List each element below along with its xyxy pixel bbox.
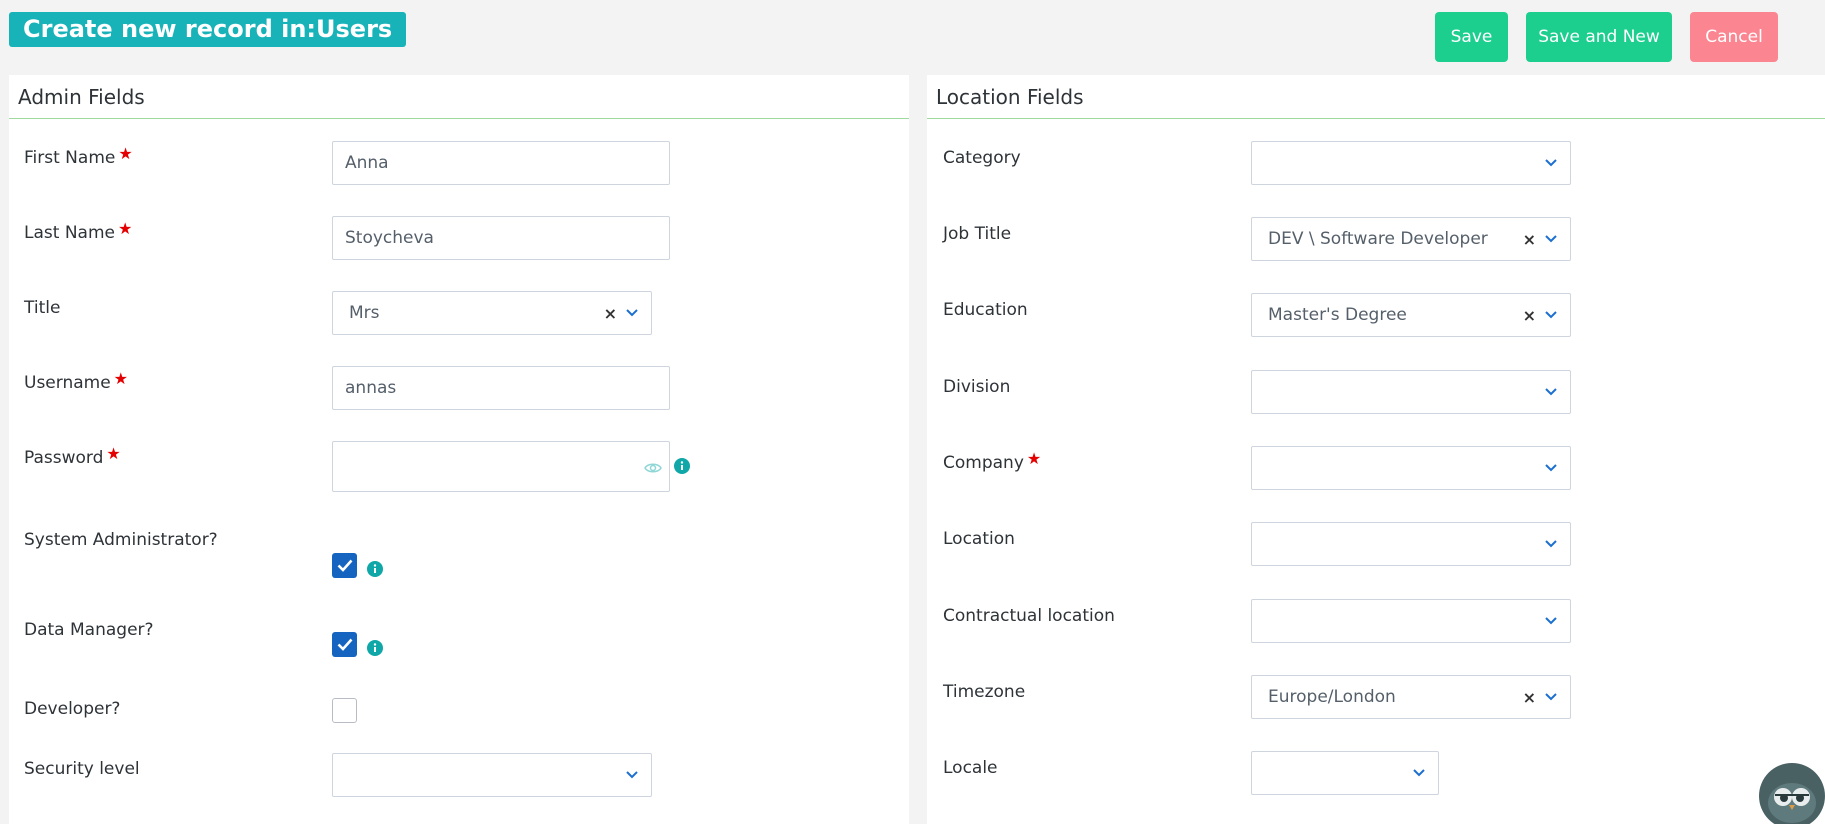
last-name-input[interactable] bbox=[332, 216, 670, 260]
password-label: Password ★ bbox=[24, 444, 121, 468]
page-title: Create new record in:Users bbox=[9, 12, 407, 47]
contractual-location-select[interactable] bbox=[1251, 599, 1571, 643]
security-level-select[interactable] bbox=[332, 753, 652, 797]
close-icon[interactable]: × bbox=[1523, 230, 1536, 249]
chevron-down-icon[interactable] bbox=[1544, 385, 1558, 399]
username-input[interactable] bbox=[332, 366, 670, 410]
chevron-down-icon[interactable] bbox=[1544, 461, 1558, 475]
locale-select[interactable] bbox=[1251, 751, 1439, 795]
save-and-new-button[interactable]: Save and New bbox=[1526, 12, 1672, 62]
education-select-value: Master's Degree bbox=[1268, 305, 1407, 325]
check-icon bbox=[337, 638, 352, 651]
chevron-down-icon[interactable] bbox=[1544, 537, 1558, 551]
check-icon bbox=[337, 559, 352, 572]
contractual-location-label: Contractual location bbox=[943, 606, 1115, 626]
division-select[interactable] bbox=[1251, 370, 1571, 414]
admin-fields-panel: Admin Fields First Name★ Last Name★ Titl… bbox=[9, 75, 909, 824]
security-level-label: Security level bbox=[24, 759, 140, 779]
chevron-down-icon[interactable] bbox=[625, 306, 639, 320]
chevron-down-icon[interactable] bbox=[1544, 308, 1558, 322]
chevron-down-icon[interactable] bbox=[1544, 690, 1558, 704]
division-label: Division bbox=[943, 377, 1011, 397]
data-manager-checkbox[interactable] bbox=[332, 632, 357, 657]
company-select[interactable] bbox=[1251, 446, 1571, 490]
job-title-label: Job Title bbox=[943, 224, 1012, 244]
title-label: Title bbox=[24, 298, 61, 318]
close-icon[interactable]: × bbox=[1523, 688, 1536, 707]
close-icon[interactable]: × bbox=[1523, 306, 1536, 325]
education-label: Education bbox=[943, 300, 1028, 320]
first-name-label: First Name ★ bbox=[24, 144, 133, 168]
username-label: Username ★ bbox=[24, 369, 129, 393]
required-star-icon: ★ bbox=[117, 219, 133, 238]
timezone-select-value: Europe/London bbox=[1268, 687, 1396, 707]
chevron-down-icon[interactable] bbox=[1412, 766, 1426, 780]
owl-avatar[interactable] bbox=[1759, 763, 1825, 824]
password-input[interactable] bbox=[332, 441, 670, 492]
chevron-down-icon[interactable] bbox=[1544, 156, 1558, 170]
save-button[interactable]: Save bbox=[1435, 12, 1508, 62]
info-icon[interactable] bbox=[367, 561, 383, 577]
company-label: Company ★ bbox=[943, 449, 1042, 473]
education-select[interactable]: Master's Degree × bbox=[1251, 293, 1571, 337]
required-star-icon: ★ bbox=[1026, 449, 1042, 468]
last-name-label: Last Name ★ bbox=[24, 219, 133, 243]
locale-label: Locale bbox=[943, 758, 998, 778]
timezone-select[interactable]: Europe/London × bbox=[1251, 675, 1571, 719]
location-fields-heading: Location Fields bbox=[927, 75, 1825, 119]
category-label: Category bbox=[943, 148, 1021, 168]
job-title-select[interactable]: DEV \ Software Developer × bbox=[1251, 217, 1571, 261]
system-admin-label: System Administrator? bbox=[24, 530, 218, 550]
admin-fields-heading: Admin Fields bbox=[9, 75, 909, 119]
developer-checkbox[interactable] bbox=[332, 698, 357, 723]
info-icon[interactable] bbox=[674, 458, 690, 474]
chevron-down-icon[interactable] bbox=[625, 768, 639, 782]
location-select[interactable] bbox=[1251, 522, 1571, 566]
title-select-value: Mrs bbox=[349, 303, 380, 323]
info-icon[interactable] bbox=[367, 640, 383, 656]
title-select[interactable]: Mrs × bbox=[332, 291, 652, 335]
required-star-icon: ★ bbox=[106, 444, 121, 463]
required-star-icon: ★ bbox=[118, 144, 133, 163]
close-icon[interactable]: × bbox=[604, 304, 617, 323]
location-fields-panel: Location Fields Category Job Title DEV \… bbox=[927, 75, 1825, 824]
cancel-button[interactable]: Cancel bbox=[1690, 12, 1778, 62]
data-manager-label: Data Manager? bbox=[24, 620, 154, 640]
category-select[interactable] bbox=[1251, 141, 1571, 185]
chevron-down-icon[interactable] bbox=[1544, 232, 1558, 246]
first-name-input[interactable] bbox=[332, 141, 670, 185]
chevron-down-icon[interactable] bbox=[1544, 614, 1558, 628]
timezone-label: Timezone bbox=[943, 682, 1026, 702]
eye-icon[interactable] bbox=[644, 460, 662, 474]
location-label: Location bbox=[943, 529, 1015, 549]
developer-label: Developer? bbox=[24, 699, 121, 719]
system-admin-checkbox[interactable] bbox=[332, 553, 357, 578]
job-title-select-value: DEV \ Software Developer bbox=[1268, 229, 1488, 249]
required-star-icon: ★ bbox=[113, 369, 129, 388]
